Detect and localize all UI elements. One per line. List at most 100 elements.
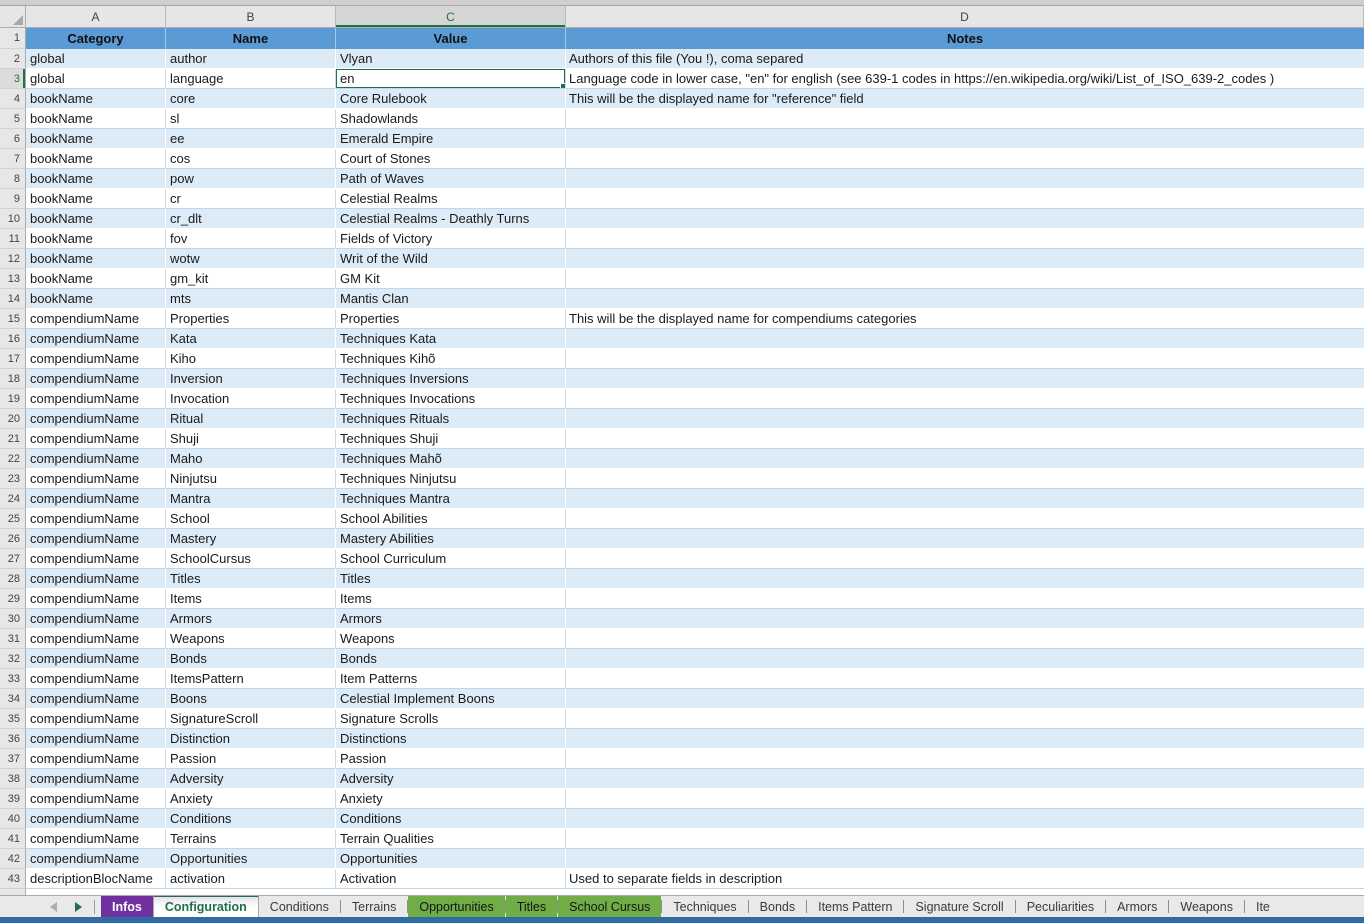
cell-name[interactable]: Kiho [166,349,336,369]
column-header-c[interactable]: C [336,6,566,28]
sheet-tab[interactable]: Titles [506,896,557,917]
cell-category[interactable]: compendiumName [26,849,166,869]
cell-notes[interactable] [566,289,1364,309]
cell-value[interactable]: Mastery Abilities [336,529,566,549]
cell-name[interactable]: ee [166,129,336,149]
cell-notes[interactable]: Language code in lower case, "en" for en… [566,69,1364,89]
cell-value[interactable]: Passion [336,749,566,769]
cell-name[interactable]: author [166,49,336,69]
cell-category[interactable]: bookName [26,269,166,289]
cell-name[interactable]: Opportunities [166,849,336,869]
cell-category[interactable]: bookName [26,249,166,269]
cell-name[interactable]: Boons [166,689,336,709]
header-cell-value[interactable]: Value [336,28,566,49]
cell-notes[interactable] [566,609,1364,629]
cell-name[interactable]: Kata [166,329,336,349]
cell-name[interactable]: Terrains [166,829,336,849]
cell-category[interactable]: compendiumName [26,429,166,449]
row-number[interactable]: 18 [0,369,26,389]
cell-category[interactable]: bookName [26,209,166,229]
cell-name[interactable]: Conditions [166,809,336,829]
cell-name[interactable]: cos [166,149,336,169]
cell-value[interactable]: Techniques Rituals [336,409,566,429]
cell-value[interactable]: School Abilities [336,509,566,529]
cell-category[interactable]: compendiumName [26,729,166,749]
cell-name[interactable]: Items [166,589,336,609]
row-number[interactable]: 24 [0,489,26,509]
cell-notes[interactable] [566,109,1364,129]
cell-notes[interactable] [566,549,1364,569]
row-number[interactable]: 31 [0,629,26,649]
row-number[interactable]: 11 [0,229,26,249]
cell-value[interactable]: Terrain Qualities [336,829,566,849]
cell-category[interactable]: bookName [26,89,166,109]
select-all-corner[interactable] [0,6,26,28]
sheet-tab[interactable]: Ite [1245,896,1281,917]
cell-category[interactable]: compendiumName [26,569,166,589]
cell-name[interactable]: sl [166,109,336,129]
sheet-tab[interactable]: Bonds [749,896,806,917]
cell-category[interactable]: bookName [26,169,166,189]
cell-name[interactable]: gm_kit [166,269,336,289]
cell-value[interactable]: Properties [336,309,566,329]
sheet-tab[interactable]: Conditions [259,896,340,917]
cell-value[interactable]: Signature Scrolls [336,709,566,729]
cell-value[interactable]: Techniques Kihõ [336,349,566,369]
cell-value[interactable]: Celestial Realms - Deathly Turns [336,209,566,229]
row-number[interactable]: 23 [0,469,26,489]
cell-name[interactable]: language [166,69,336,89]
cell-category[interactable]: compendiumName [26,789,166,809]
row-number[interactable]: 13 [0,269,26,289]
cell-category[interactable]: compendiumName [26,369,166,389]
cell-name[interactable]: Bonds [166,649,336,669]
cell-name[interactable]: pow [166,169,336,189]
row-number[interactable]: 34 [0,689,26,709]
cell-notes[interactable] [566,849,1364,869]
row-number[interactable]: 28 [0,569,26,589]
cell-notes[interactable]: This will be the displayed name for comp… [566,309,1364,329]
cell-category[interactable]: compendiumName [26,769,166,789]
cell-name[interactable]: SignatureScroll [166,709,336,729]
cell-notes[interactable] [566,789,1364,809]
sheet-tab[interactable]: School Cursus [558,896,661,917]
cell-value[interactable]: School Curriculum [336,549,566,569]
cell-name[interactable]: Passion [166,749,336,769]
cell-name[interactable]: Titles [166,569,336,589]
sheet-tab[interactable]: Opportunities [408,896,504,917]
row-number[interactable]: 27 [0,549,26,569]
cell-notes[interactable] [566,829,1364,849]
cell-category[interactable]: global [26,49,166,69]
cell-notes[interactable] [566,749,1364,769]
cell-name[interactable]: Shuji [166,429,336,449]
row-number[interactable]: 26 [0,529,26,549]
cell-category[interactable]: compendiumName [26,489,166,509]
cell-value[interactable]: Writ of the Wild [336,249,566,269]
cell-value[interactable]: Opportunities [336,849,566,869]
cell-value[interactable]: Shadowlands [336,109,566,129]
cell-notes[interactable] [566,169,1364,189]
cell-category[interactable]: compendiumName [26,669,166,689]
cell-category[interactable]: compendiumName [26,329,166,349]
row-number[interactable]: 4 [0,89,26,109]
cell-notes[interactable]: Used to separate fields in description [566,869,1364,889]
cell-category[interactable]: compendiumName [26,609,166,629]
cell-value[interactable]: Core Rulebook [336,89,566,109]
cell-value[interactable]: Fields of Victory [336,229,566,249]
cell-notes[interactable] [566,269,1364,289]
cell-name[interactable]: cr [166,189,336,209]
cell-value[interactable]: Activation [336,869,566,889]
cell-name[interactable]: Ninjutsu [166,469,336,489]
row-number[interactable]: 42 [0,849,26,869]
cell-value[interactable]: en [336,69,566,89]
row-number[interactable]: 41 [0,829,26,849]
header-cell-category[interactable]: Category [26,28,166,49]
column-header-b[interactable]: B [166,6,336,28]
tab-nav-left-icon[interactable] [50,902,57,912]
cell-category[interactable]: compendiumName [26,829,166,849]
column-header-d[interactable]: D [566,6,1364,28]
cell-value[interactable]: Adversity [336,769,566,789]
row-number[interactable]: 19 [0,389,26,409]
cell-category[interactable]: bookName [26,289,166,309]
cell-notes[interactable] [566,389,1364,409]
row-number[interactable]: 10 [0,209,26,229]
